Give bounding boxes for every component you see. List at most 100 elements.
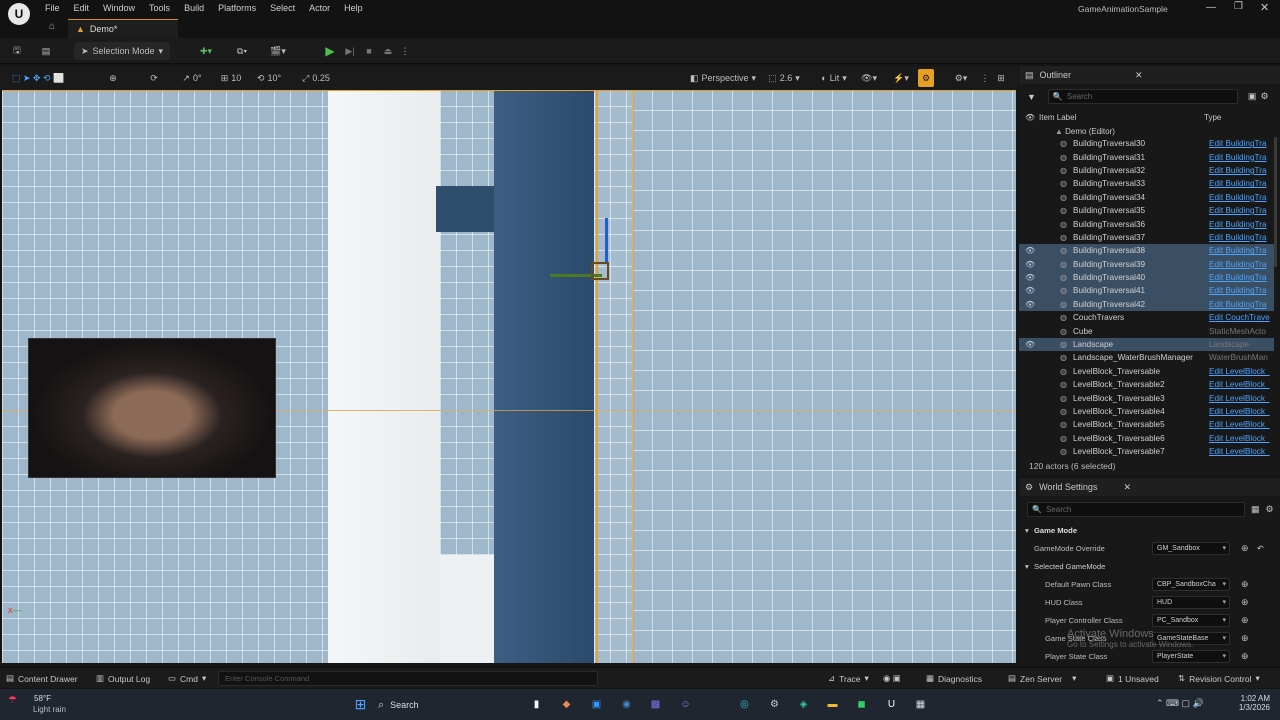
section-selected-gamemode[interactable]: ▾ Selected GameMode	[1019, 557, 1280, 575]
diagnostics-button[interactable]: ▦ Diagnostics	[926, 671, 982, 686]
step-icon[interactable]: ▶|	[343, 42, 357, 60]
outliner-row[interactable]: 👁 ◍ BuildingTraversal38 Edit BuildingTra	[1019, 244, 1274, 258]
save-icon[interactable]: 🖫	[10, 42, 24, 60]
outliner-row-type[interactable]: Edit LevelBlock_	[1209, 394, 1271, 403]
eject-icon[interactable]: ⏏	[381, 42, 395, 60]
transform-gizmo-center[interactable]	[591, 262, 609, 280]
clock[interactable]: 1:02 AM 1/3/2026	[1228, 694, 1270, 712]
outliner-row-type[interactable]: Edit BuildingTra	[1209, 233, 1271, 242]
minimize-button[interactable]: —	[1206, 2, 1216, 13]
grid-snap[interactable]: ⊞ 10	[214, 69, 248, 87]
steam-icon[interactable]: ⚙	[766, 696, 783, 713]
outliner-row[interactable]: ◍ LevelBlock_Traversable7 Edit LevelBlock_	[1019, 445, 1274, 458]
game-mode-override-select[interactable]: GM_Sandbox	[1152, 541, 1230, 555]
browse-icon[interactable]: ⊕	[1241, 651, 1249, 662]
console-input[interactable]: Enter Console Command	[218, 671, 598, 686]
camera-speed[interactable]: ⬚ 2.6 ▾	[764, 69, 804, 87]
outliner-row[interactable]: ◍ LevelBlock_Traversable6 Edit LevelBlock_	[1019, 432, 1274, 445]
game-view-toggle[interactable]: ⚙	[918, 69, 934, 87]
outliner-row[interactable]: 👁 ◍ BuildingTraversal39 Edit BuildingTra	[1019, 257, 1274, 271]
cinematics-icon[interactable]: 🎬▾	[266, 42, 290, 60]
transform-gizmo-z-arrow[interactable]	[605, 218, 608, 264]
rotation-snap[interactable]: ↗ 0°	[175, 69, 209, 87]
outliner-row[interactable]: ◍ CouchTravers Edit CouchTrave	[1019, 311, 1274, 324]
content-drawer-button[interactable]: ▤ Content Drawer	[6, 671, 78, 686]
menu-platforms[interactable]: Platforms	[218, 3, 256, 13]
add-folder-icon[interactable]: ▣	[1248, 91, 1257, 102]
close-icon[interactable]: ✕	[1123, 482, 1131, 493]
app-icon[interactable]: ◈	[795, 696, 812, 713]
outliner-row-type[interactable]: Edit LevelBlock_	[1209, 380, 1271, 389]
options-icon[interactable]: ⋮	[980, 69, 990, 87]
visibility-icon[interactable]: 👁	[1025, 300, 1035, 309]
visibility-icon[interactable]: 👁	[1025, 246, 1035, 255]
menu-help[interactable]: Help	[344, 3, 363, 13]
menu-build[interactable]: Build	[184, 3, 204, 13]
outliner-row[interactable]: 👁 ◍ Landscape Landscape	[1019, 337, 1274, 352]
angle-snap[interactable]: ⟲ 10°	[252, 69, 286, 87]
app-icon[interactable]: ◆	[558, 696, 575, 713]
settings-icon[interactable]: ⚙	[1266, 504, 1274, 515]
menu-select[interactable]: Select	[270, 3, 295, 13]
outliner-row[interactable]: ◍ Cube StaticMeshActo	[1019, 324, 1274, 337]
ws-property-select[interactable]: PC_Sandbox	[1152, 613, 1230, 627]
weather-widget[interactable]: ☂ 58°F Light rain	[8, 693, 88, 717]
tab-demo[interactable]: ▲ Demo*	[68, 19, 178, 38]
windows-start-icon[interactable]: ⊞	[352, 696, 369, 713]
visibility-icon[interactable]: 👁	[1025, 273, 1035, 282]
home-icon[interactable]: ⌂	[49, 21, 55, 32]
outliner-row-type[interactable]: Edit LevelBlock_	[1209, 434, 1271, 443]
play-button[interactable]: ▶	[322, 42, 338, 60]
outliner-row[interactable]: ◍ LevelBlock_Traversable4 Edit LevelBlock_	[1019, 405, 1274, 418]
add-actor-icon[interactable]: ✚▾	[194, 42, 218, 60]
blueprint-icon[interactable]: ⧉▾	[230, 42, 254, 60]
selection-mode-dropdown[interactable]: ➤ Selection Mode ▾	[74, 42, 170, 60]
section-game-mode[interactable]: ▾ Game Mode	[1019, 521, 1280, 539]
outliner-row[interactable]: 👁 ◍ BuildingTraversal42 Edit BuildingTra	[1019, 297, 1274, 312]
outliner-row-type[interactable]: Edit BuildingTra	[1209, 273, 1271, 282]
visibility-icon[interactable]: 👁	[1025, 286, 1035, 295]
play-options-icon[interactable]: ⋮	[400, 42, 410, 60]
outliner-row-type[interactable]: Edit LevelBlock_	[1209, 407, 1271, 416]
visibility-icon[interactable]: 👁	[1025, 260, 1035, 269]
content-browser-icon[interactable]: ▤	[38, 42, 54, 60]
table-view-icon[interactable]: ▦	[1251, 504, 1260, 515]
lit-dropdown[interactable]: ◐ Lit ▾	[816, 69, 852, 87]
ws-property-select[interactable]: HUD	[1152, 595, 1230, 609]
outliner-row[interactable]: ◍ BuildingTraversal34 Edit BuildingTra	[1019, 191, 1274, 204]
browse-icon[interactable]: ⊕	[1241, 543, 1249, 554]
outliner-row[interactable]: ◍ BuildingTraversal35 Edit BuildingTra	[1019, 204, 1274, 217]
outliner-row[interactable]: 👁 ◍ BuildingTraversal41 Edit BuildingTra	[1019, 284, 1274, 298]
browse-icon[interactable]: ⊕	[1241, 633, 1249, 644]
outliner-row[interactable]: ◍ LevelBlock_Traversable5 Edit LevelBlock_	[1019, 418, 1274, 431]
outliner-row-type[interactable]: Edit BuildingTra	[1209, 166, 1271, 175]
menu-actor[interactable]: Actor	[309, 3, 330, 13]
close-window-button[interactable]: ✕	[1260, 1, 1269, 14]
app-icon[interactable]: ◉	[618, 696, 635, 713]
taskbar-search[interactable]: ⌕ Search	[378, 696, 528, 714]
tray-icons[interactable]: ⌃ ⌨ ▢ 🔊	[1156, 698, 1204, 709]
stop-icon[interactable]: ■	[362, 42, 376, 60]
menu-edit[interactable]: Edit	[74, 3, 90, 13]
menu-tools[interactable]: Tools	[149, 3, 170, 13]
outliner-row[interactable]: ◍ Landscape_WaterBrushManager WaterBrushMa…	[1019, 351, 1274, 364]
filter-icon[interactable]: ▼	[1027, 92, 1036, 102]
outliner-row[interactable]: ◍ LevelBlock_Traversable3 Edit LevelBlock_	[1019, 391, 1274, 404]
trace-dropdown[interactable]: ⊿ Trace ▾	[828, 671, 869, 686]
outliner-row[interactable]: ◍ BuildingTraversal36 Edit BuildingTra	[1019, 217, 1274, 230]
outliner-row[interactable]: 👁 ◍ BuildingTraversal40 Edit BuildingTra	[1019, 270, 1274, 285]
visibility-icon[interactable]: 👁	[1025, 340, 1035, 349]
outliner-row-type[interactable]: Edit BuildingTra	[1209, 220, 1271, 229]
perspective-dropdown[interactable]: ◧ Perspective ▾	[688, 69, 758, 87]
revision-control-button[interactable]: ⇅ Revision Control ▾	[1178, 671, 1260, 686]
realtime-icon[interactable]: ⚡▾	[892, 69, 910, 87]
menu-file[interactable]: File	[45, 3, 60, 13]
browse-icon[interactable]: ⊕	[1241, 597, 1249, 608]
outliner-row-type[interactable]: Edit CouchTrave	[1209, 313, 1271, 322]
menu-window[interactable]: Window	[103, 3, 135, 13]
settings-icon[interactable]: ⚙	[1260, 91, 1268, 102]
reset-icon[interactable]: ↶	[1257, 544, 1264, 553]
ws-property-select[interactable]: CBP_SandboxCha	[1152, 577, 1230, 591]
app-icon[interactable]: ◼	[853, 696, 870, 713]
surface-snap-icon[interactable]: ⟳	[147, 69, 161, 87]
